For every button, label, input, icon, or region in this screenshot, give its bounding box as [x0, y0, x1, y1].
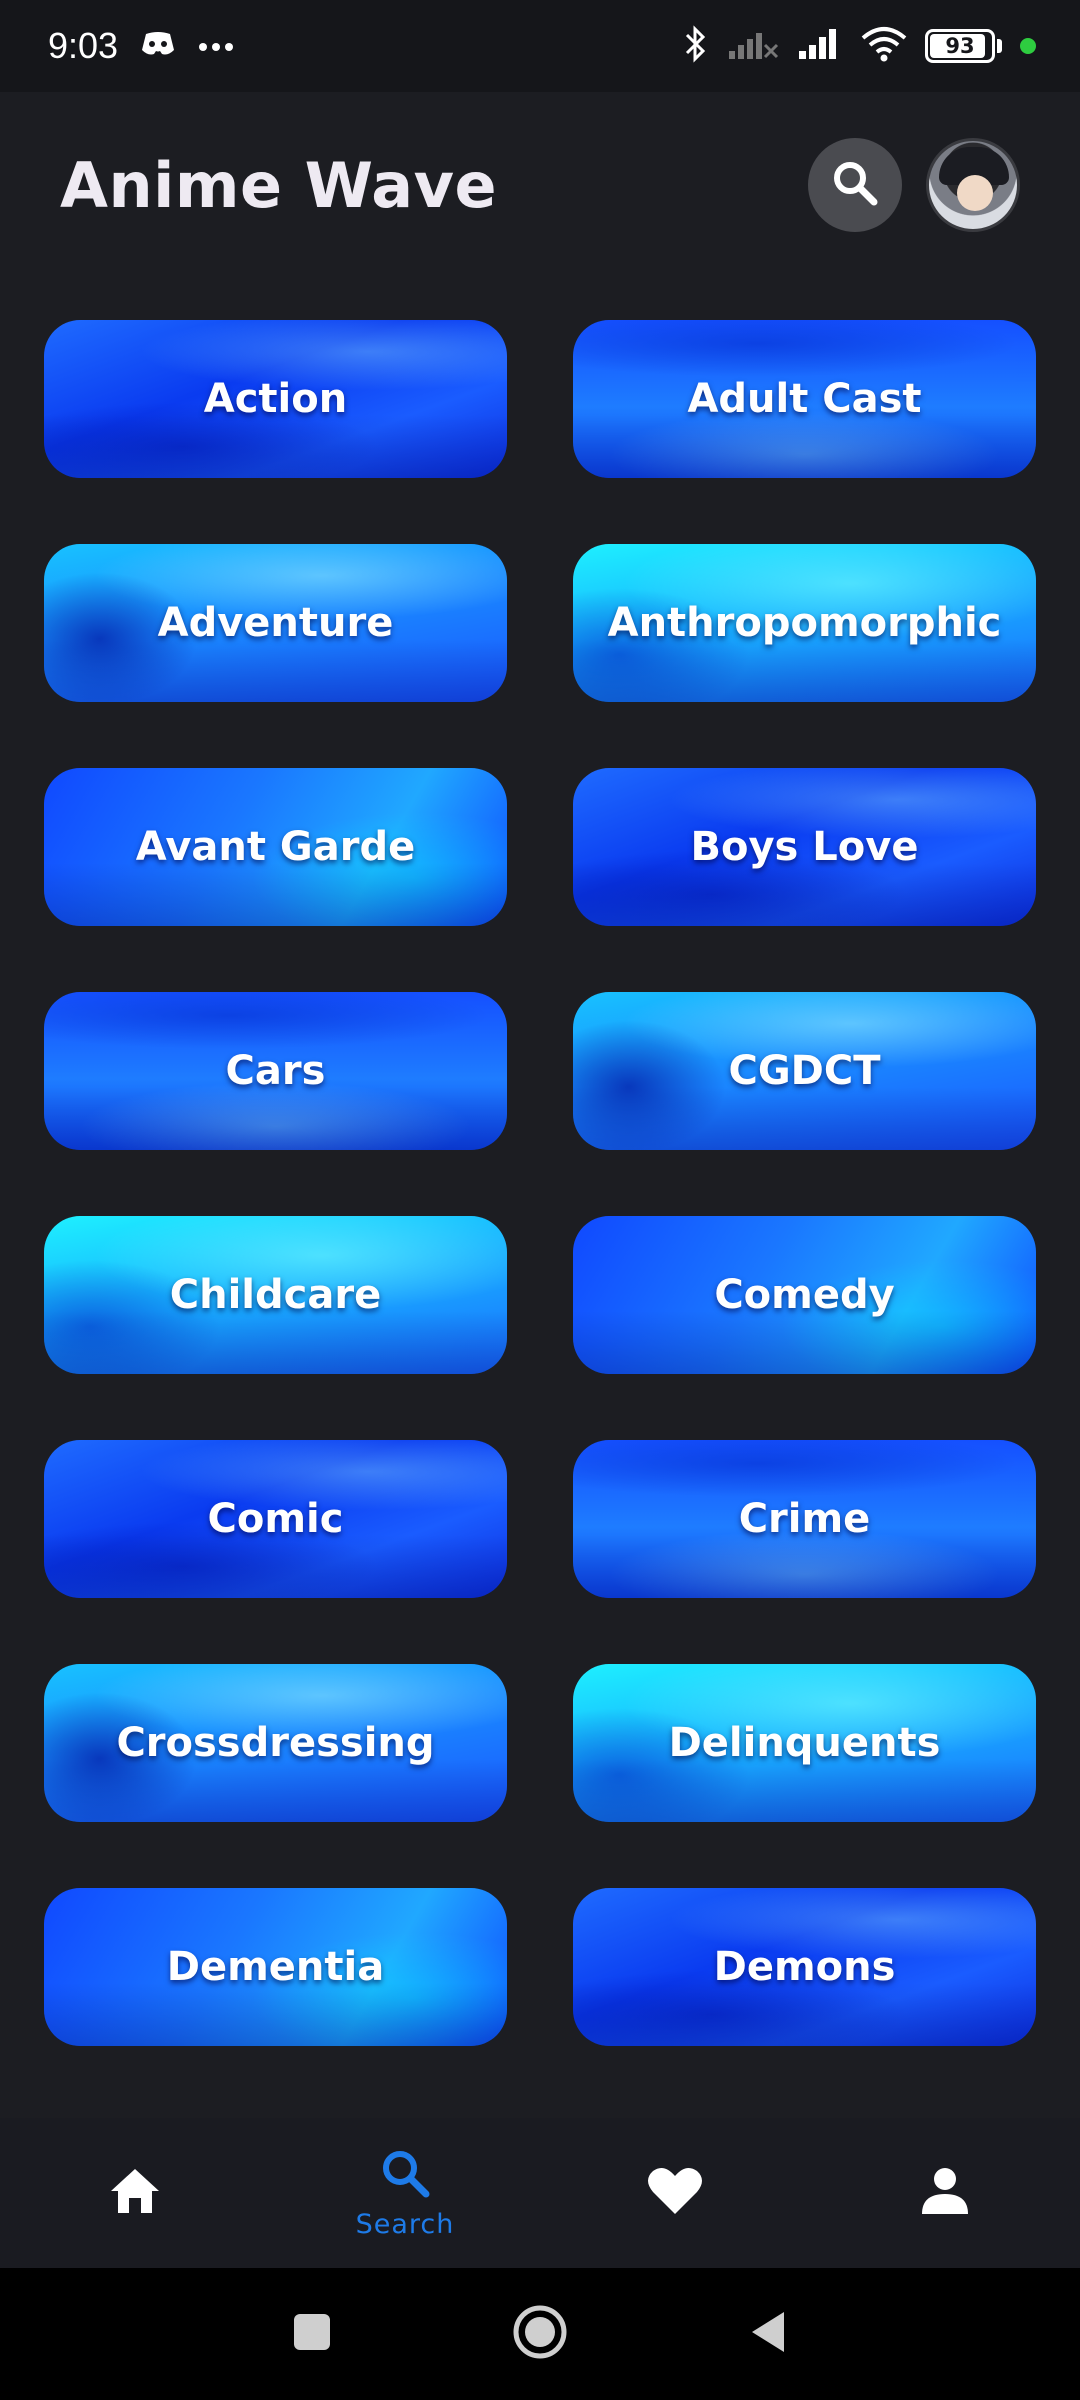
genre-card-anthropomorphic[interactable]: Anthropomorphic — [573, 544, 1036, 702]
back-icon[interactable] — [748, 2310, 788, 2358]
genre-label: Avant Garde — [135, 824, 416, 870]
genre-label: Comic — [207, 1496, 344, 1542]
genre-card-boys-love[interactable]: Boys Love — [573, 768, 1036, 926]
genre-card-adventure[interactable]: Adventure — [44, 544, 507, 702]
genre-label: Childcare — [169, 1272, 382, 1318]
battery-cap — [997, 39, 1002, 53]
genre-label: Cars — [225, 1048, 326, 1094]
genre-card-childcare[interactable]: Childcare — [44, 1216, 507, 1374]
genre-card-adult-cast[interactable]: Adult Cast — [573, 320, 1036, 478]
genre-label: Adult Cast — [687, 376, 922, 422]
genre-label: Dementia — [166, 1944, 385, 1990]
genre-card-comic[interactable]: Comic — [44, 1440, 507, 1598]
genre-card-crime[interactable]: Crime — [573, 1440, 1036, 1598]
genre-label: Comedy — [714, 1272, 895, 1318]
status-left: 9:03 — [48, 25, 234, 67]
avatar[interactable] — [926, 138, 1020, 232]
genre-label: CGDCT — [728, 1048, 881, 1094]
search-button[interactable] — [808, 138, 902, 232]
genre-card-crossdressing[interactable]: Crossdressing — [44, 1664, 507, 1822]
avatar-face — [957, 175, 993, 211]
status-time: 9:03 — [48, 25, 119, 66]
genre-label: Action — [203, 376, 348, 422]
genre-card-cars[interactable]: Cars — [44, 992, 507, 1150]
home-icon — [108, 2166, 162, 2220]
status-bar: 9:03 93 — [0, 0, 1080, 92]
genre-label: Demons — [713, 1944, 896, 1990]
genre-label: Delinquents — [668, 1720, 941, 1766]
battery-icon: 93 — [925, 29, 995, 63]
nav-search[interactable]: Search — [305, 2118, 505, 2268]
bluetooth-icon — [683, 25, 709, 67]
wifi-icon — [861, 26, 907, 66]
search-icon — [830, 158, 880, 212]
heart-icon — [647, 2166, 703, 2220]
recents-icon[interactable] — [292, 2312, 332, 2356]
bottom-nav: Search — [0, 2118, 1080, 2268]
genre-card-avant-garde[interactable]: Avant Garde — [44, 768, 507, 926]
genre-label: Anthropomorphic — [607, 600, 1002, 646]
nav-home[interactable] — [35, 2118, 235, 2268]
genre-label: Crossdressing — [116, 1720, 435, 1766]
search-icon — [379, 2147, 431, 2203]
genre-card-cgdct[interactable]: CGDCT — [573, 992, 1036, 1150]
genre-label: Boys Love — [690, 824, 919, 870]
genre-card-delinquents[interactable]: Delinquents — [573, 1664, 1036, 1822]
discord-icon — [140, 30, 176, 62]
more-dots-icon — [198, 37, 234, 56]
app-header: Anime Wave — [0, 92, 1080, 278]
no-signal-icon — [727, 27, 779, 65]
genre-label: Crime — [738, 1496, 871, 1542]
nav-favorites[interactable] — [575, 2118, 775, 2268]
header-actions — [808, 138, 1020, 232]
genre-card-dementia[interactable]: Dementia — [44, 1888, 507, 2046]
profile-icon — [920, 2166, 970, 2220]
genre-card-comedy[interactable]: Comedy — [573, 1216, 1036, 1374]
genre-label: Adventure — [157, 600, 394, 646]
genre-card-demons[interactable]: Demons — [573, 1888, 1036, 2046]
nav-search-label: Search — [355, 2208, 455, 2240]
privacy-dot — [1020, 38, 1036, 54]
signal-icon — [797, 27, 843, 65]
genre-card-action[interactable]: Action — [44, 320, 507, 478]
status-right: 93 — [683, 25, 1036, 67]
battery-level: 93 — [945, 34, 975, 58]
nav-profile[interactable] — [845, 2118, 1045, 2268]
genre-grid: Action Adult Cast Adventure Anthropomorp… — [44, 320, 1036, 2046]
system-nav — [0, 2268, 1080, 2400]
app-title: Anime Wave — [60, 148, 498, 222]
home-circle-icon[interactable] — [512, 2304, 568, 2364]
